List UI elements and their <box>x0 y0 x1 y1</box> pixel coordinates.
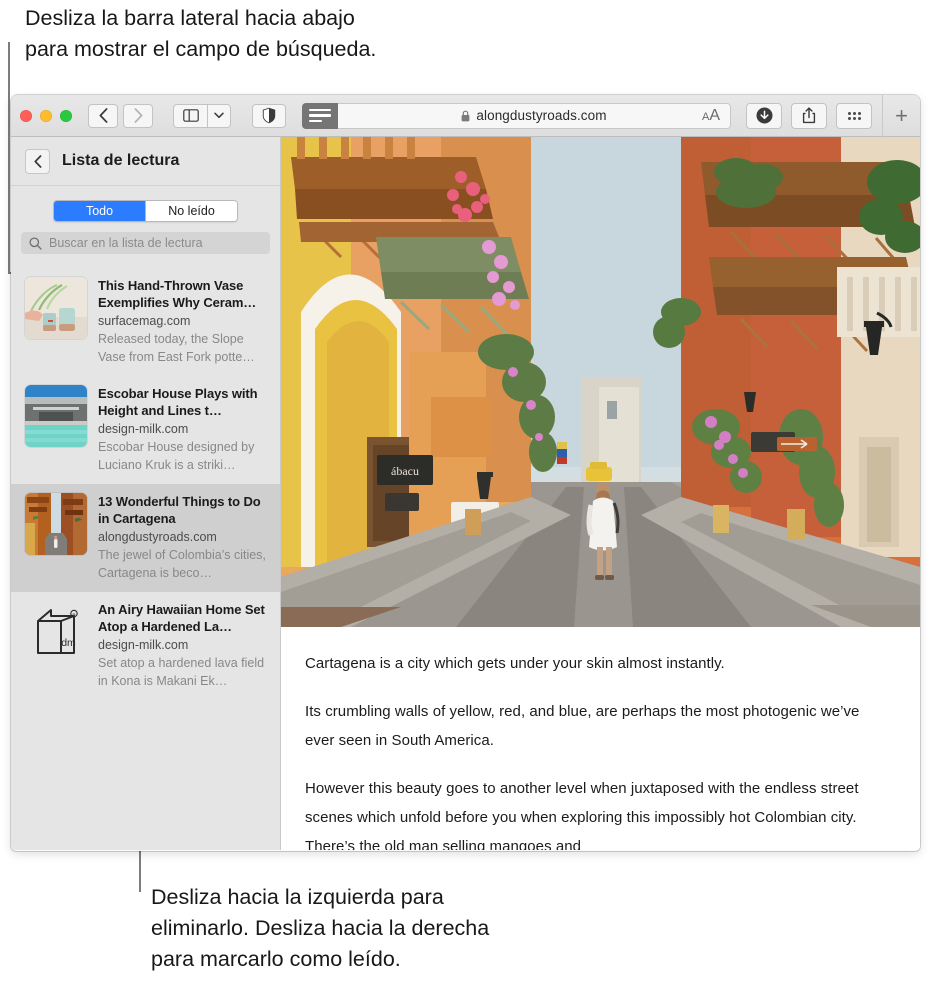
reader-line-3 <box>309 119 322 123</box>
reader-view-button[interactable] <box>302 102 338 129</box>
article-paragraph: However this beauty goes to another leve… <box>305 780 859 850</box>
article-content: ábacu Cartagena is a city which gets und… <box>281 137 920 850</box>
list-item-title: 13 Wonderful Things to Do in Cartagena <box>98 494 261 526</box>
new-tab-button[interactable]: + <box>882 95 920 137</box>
reader-line-2 <box>309 114 331 117</box>
window-body: Lista de lectura Todo No leído Buscar en… <box>11 137 920 850</box>
list-item-site: surfacemag.com <box>98 314 191 328</box>
list-item-snippet: Released today, the Slope Vase from East… <box>98 332 255 364</box>
close-window-button[interactable] <box>20 109 32 122</box>
list-item-snippet: Escobar House designed by Luciano Kruk i… <box>98 440 255 472</box>
toggle-sidebar-button[interactable] <box>173 103 207 128</box>
sidebar-header: Lista de lectura <box>11 137 280 186</box>
filter-segmented-control: Todo No leído <box>53 200 238 222</box>
lock-icon <box>461 110 470 121</box>
forward-button[interactable] <box>123 103 153 128</box>
sidebar-title: Lista de lectura <box>62 152 180 169</box>
chevron-left-icon <box>33 154 41 168</box>
svg-text:R: R <box>72 613 76 618</box>
download-icon <box>756 107 772 124</box>
downloads-button[interactable] <box>746 102 782 129</box>
segment-all[interactable]: Todo <box>54 201 145 221</box>
navigation-buttons <box>88 103 153 128</box>
back-button[interactable] <box>88 103 118 128</box>
share-button[interactable] <box>791 102 827 129</box>
sidebar-menu-button[interactable] <box>207 103 231 128</box>
list-item-text: An Airy Hawaiian Home Set Atop a Hardene… <box>98 601 268 690</box>
annotation-top-text: Desliza la barra lateral hacia abajo par… <box>25 6 377 61</box>
tab-overview-button[interactable] <box>836 102 872 129</box>
list-item[interactable]: This Hand-Thrown Vase Exemplifies Why Ce… <box>11 268 280 376</box>
font-size-button[interactable]: AA <box>702 107 720 125</box>
font-size-small-label: A <box>701 110 710 123</box>
list-item-text: 13 Wonderful Things to Do in Cartagena a… <box>98 493 268 582</box>
list-item[interactable]: Escobar House Plays with Height and Line… <box>11 376 280 484</box>
list-item-text: Escobar House Plays with Height and Line… <box>98 385 268 474</box>
share-icon <box>802 107 816 124</box>
minimize-window-button[interactable] <box>40 109 52 122</box>
list-item-site: alongdustyroads.com <box>98 530 217 544</box>
browser-toolbar: alongdustyroads.com AA + <box>11 95 920 137</box>
privacy-report-button[interactable] <box>252 103 286 128</box>
chevron-down-icon <box>214 112 224 119</box>
window-controls <box>20 109 72 122</box>
reader-line-1 <box>309 108 331 112</box>
list-item-title: This Hand-Thrown Vase Exemplifies Why Ce… <box>98 278 257 310</box>
font-size-large-label: A <box>709 106 720 124</box>
search-icon <box>29 236 42 250</box>
sidebar-back-button[interactable] <box>25 148 50 174</box>
filter-segmented-wrapper: Todo No leído <box>11 186 280 222</box>
address-bar[interactable]: alongdustyroads.com AA <box>338 102 731 129</box>
screenshot-root: Desliza la barra lateral hacia abajo par… <box>0 0 931 987</box>
list-item-snippet: Set atop a hardened lava field in Kona i… <box>98 656 265 688</box>
list-item-title: Escobar House Plays with Height and Line… <box>98 386 258 418</box>
address-bar-url: alongdustyroads.com <box>476 108 607 123</box>
svg-text:ábacu: ábacu <box>391 464 419 478</box>
toolbar-right-buttons <box>746 102 872 129</box>
list-item-snippet: The jewel of Colombia’s cities, Cartagen… <box>98 548 266 580</box>
list-item[interactable]: R dm An Airy Hawaiian Home Set Atop a Ha… <box>11 592 280 700</box>
search-placeholder: Buscar en la lista de lectura <box>49 236 203 250</box>
search-wrapper: Buscar en la lista de lectura <box>11 222 280 254</box>
cartagena-street-thumbnail <box>25 493 87 555</box>
design-milk-logo-thumbnail: R dm <box>25 601 87 663</box>
zoom-window-button[interactable] <box>60 109 72 122</box>
list-item[interactable]: 13 Wonderful Things to Do in Cartagena a… <box>11 484 280 592</box>
search-input[interactable]: Buscar en la lista de lectura <box>21 232 270 254</box>
reading-list: This Hand-Thrown Vase Exemplifies Why Ce… <box>11 268 280 850</box>
article-body: Cartagena is a city which gets under you… <box>281 627 920 850</box>
list-item-text: This Hand-Thrown Vase Exemplifies Why Ce… <box>98 277 268 366</box>
address-bar-center: alongdustyroads.com <box>338 108 730 123</box>
sidebar-toggle-group <box>173 103 231 128</box>
chevron-right-icon <box>134 108 142 123</box>
chevron-left-icon <box>99 108 107 123</box>
house-pool-thumbnail <box>25 385 87 447</box>
list-item-site: design-milk.com <box>98 638 189 652</box>
list-item-title: An Airy Hawaiian Home Set Atop a Hardene… <box>98 602 265 634</box>
vase-thumbnail <box>25 277 87 339</box>
article-paragraph: Cartagena is a city which gets under you… <box>305 655 725 672</box>
list-item-site: design-milk.com <box>98 422 189 436</box>
annotation-top-leader-vertical <box>8 42 10 274</box>
segment-unread[interactable]: No leído <box>145 201 237 221</box>
reading-list-sidebar: Lista de lectura Todo No leído Buscar en… <box>11 137 281 850</box>
article-paragraph: Its crumbling walls of yellow, red, and … <box>305 703 860 749</box>
shield-icon <box>262 107 276 124</box>
safari-window: alongdustyroads.com AA + Lista de lectur… <box>11 95 920 851</box>
tab-overview-icon <box>847 111 861 120</box>
svg-text:dm: dm <box>61 637 76 649</box>
sidebar-icon <box>182 109 199 122</box>
annotation-bottom-text: Desliza hacia la izquierda para eliminar… <box>151 885 490 971</box>
cartagena-colonial-street-photo: ábacu <box>281 137 920 627</box>
